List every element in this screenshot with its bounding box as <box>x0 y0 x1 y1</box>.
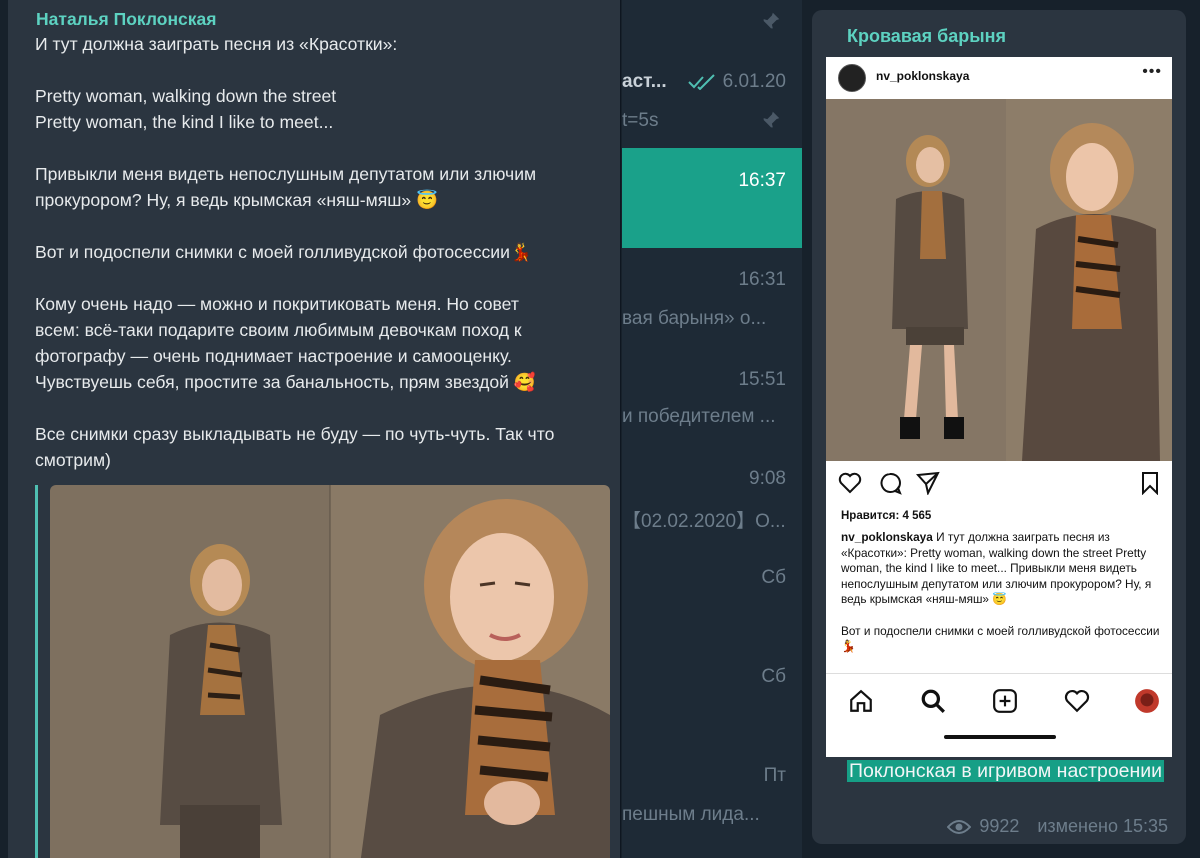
chat-item[interactable]: Сб <box>622 556 802 656</box>
insta-bottom-nav <box>826 673 1172 757</box>
post-text: Поклонская в игривом настроении <box>847 757 1167 786</box>
chat-item-active[interactable]: 16:37 <box>622 148 802 248</box>
post-meta: 9922 изменено 15:35 <box>947 816 1168 837</box>
window-edge <box>1190 0 1200 858</box>
search-icon[interactable] <box>920 688 946 714</box>
message-bubble: Наталья Поклонская И тут должна заиграть… <box>8 0 621 858</box>
channel-post: Кровавая барыня nv_poklonskaya ••• Нрави… <box>812 10 1186 844</box>
chat-time: 16:37 <box>738 170 786 191</box>
activity-icon[interactable] <box>1064 688 1090 714</box>
instagram-screenshot[interactable]: nv_poklonskaya ••• Нравится: 4 565 nv_po… <box>826 57 1172 757</box>
chat-preview: и победителем ... <box>622 406 776 427</box>
home-indicator <box>944 735 1056 739</box>
caption-text: И тут должна заиграть песня из «Красотки… <box>841 530 1160 654</box>
insta-caption: nv_poklonskaya И тут должна заиграть пес… <box>841 530 1166 655</box>
caption-username: nv_poklonskaya <box>841 530 933 544</box>
bookmark-icon[interactable] <box>1138 471 1162 495</box>
eye-icon <box>947 819 972 834</box>
heart-icon[interactable] <box>838 471 862 495</box>
chat-preview: t=5s <box>622 110 659 131</box>
likes-count: Нравится: 4 565 <box>841 510 932 522</box>
chat-item[interactable]: Сб <box>622 656 802 756</box>
chat-item[interactable]: 9:08 【02.02.2020】О... <box>622 456 802 556</box>
chat-time: 16:31 <box>738 269 786 290</box>
chat-item[interactable]: 15:51 и победителем ... <box>622 356 802 456</box>
profile-icon[interactable] <box>1134 688 1160 714</box>
chat-list: аст... 6.01.20 t=5s 16:37 16:31 вая бары… <box>622 0 802 858</box>
chat-preview: аст... <box>622 71 667 92</box>
insta-header: nv_poklonskaya ••• <box>826 57 1172 99</box>
views-count: 9922 <box>979 816 1020 836</box>
insta-photo <box>826 99 1172 461</box>
chat-item[interactable]: Пт пешным лида... <box>622 756 802 858</box>
chat-preview: вая барыня» о... <box>622 308 767 329</box>
chat-item[interactable]: 16:31 вая барыня» о... <box>622 256 802 356</box>
edited-label: изменено 15:35 <box>1037 816 1168 836</box>
read-checks-icon <box>688 74 715 90</box>
insta-username: nv_poklonskaya <box>876 69 970 83</box>
chat-time: 9:08 <box>749 468 786 489</box>
message-photo[interactable] <box>50 485 610 858</box>
message-text: И тут должна заиграть песня из «Красотки… <box>35 34 555 470</box>
quote-bar <box>35 485 38 858</box>
chat-time: Сб <box>761 666 786 687</box>
share-icon[interactable] <box>916 471 940 495</box>
chat-item[interactable]: аст... 6.01.20 <box>622 62 802 100</box>
sender-name[interactable]: Наталья Поклонская <box>36 9 216 30</box>
chat-time: 6.01.20 <box>722 71 786 92</box>
pin-icon <box>762 12 780 30</box>
home-icon[interactable] <box>848 688 874 714</box>
channel-name[interactable]: Кровавая барыня <box>847 26 1006 47</box>
chat-time: Пт <box>763 765 786 786</box>
post-text-highlight: Поклонская в игривом настроении <box>847 760 1165 782</box>
pin-icon <box>762 111 780 129</box>
comment-icon[interactable] <box>878 471 902 495</box>
chat-time: 15:51 <box>738 369 786 390</box>
chat-preview: 【02.02.2020】О... <box>622 511 786 532</box>
more-icon: ••• <box>1142 63 1162 80</box>
avatar <box>838 64 866 92</box>
chat-time: Сб <box>761 567 786 588</box>
add-post-icon[interactable] <box>992 688 1018 714</box>
photo-image <box>50 485 610 858</box>
chat-preview: пешным лида... <box>622 804 760 825</box>
